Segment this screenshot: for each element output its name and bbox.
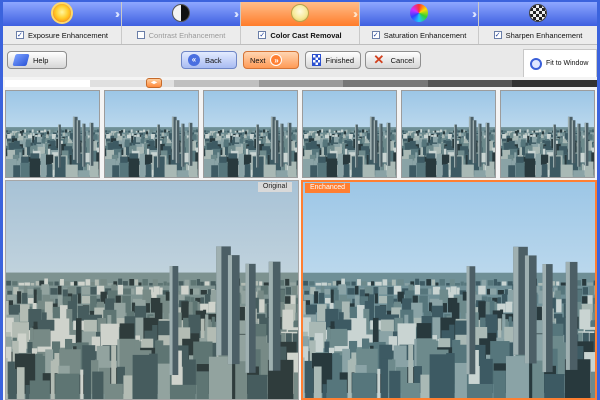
slider-thumb[interactable]: ◂▸ [146,78,162,88]
wizard-steps: ›› ✓ Exposure Enhancement ›› Contrast En… [3,2,597,45]
original-image [6,181,298,399]
step-label: Sharpen Enhancement [505,30,583,40]
thumbnail-preview[interactable] [302,90,397,178]
step-checkbox[interactable] [136,31,145,39]
arrow-right-icon: » [270,54,283,66]
finished-button[interactable]: Finished [305,51,361,69]
step-sharpen-enhancement[interactable]: ✓ Sharpen Enhancement [479,2,597,44]
toolbar: Help « Back Next » Finished ✕ Cancel Fit… [3,45,597,77]
book-icon [12,54,30,66]
sun-icon [53,4,71,22]
step-saturation-enhancement[interactable]: ›› ✓ Saturation Enhancement [360,2,479,44]
step-checkbox[interactable]: ✓ [258,31,267,39]
zoom-slider-track[interactable] [5,80,597,87]
chevron-right-icon: ›› [234,7,239,21]
thumbnail-preview[interactable] [203,90,298,178]
chevron-right-icon: ›› [472,7,477,21]
app-window-frame: ›› ✓ Exposure Enhancement ›› Contrast En… [0,0,600,400]
step-checkbox[interactable]: ✓ [493,31,502,39]
thumbnail-preview[interactable] [401,90,496,178]
checker-sphere-icon [529,4,547,22]
bulb-icon [291,4,309,22]
help-button[interactable]: Help [7,51,67,69]
thumbnail-preview[interactable] [500,90,595,178]
checkered-flag-icon [312,54,321,66]
arrow-left-icon: « [188,54,200,66]
step-label: Saturation Enhancement [383,30,467,40]
step-label: Color Cast Removal [270,30,342,40]
step-exposure-enhancement[interactable]: ›› ✓ Exposure Enhancement [3,2,122,44]
thumbnail-preview[interactable] [5,90,100,178]
step-contrast-enhancement[interactable]: ›› Contrast Enhancement [122,2,241,44]
fit-to-window-button[interactable]: Fit to Window [523,49,597,77]
color-sphere-icon [410,4,428,22]
enhanced-label: Enchanced [305,183,351,193]
back-button[interactable]: « Back [181,51,237,69]
step-label: Exposure Enhancement [27,30,109,40]
chevron-right-icon: ›› [353,7,358,21]
original-pane: Original [5,180,299,400]
enhanced-pane: Enchanced [301,180,597,400]
cancel-button[interactable]: ✕ Cancel [365,51,421,69]
contrast-icon [172,4,190,22]
step-checkbox[interactable]: ✓ [371,31,380,39]
step-checkbox[interactable]: ✓ [15,31,24,39]
enhanced-image [303,182,595,398]
step-label: Contrast Enhancement [148,30,226,40]
original-label: Original [257,182,292,192]
chevron-right-icon: ›› [115,7,120,21]
next-button[interactable]: Next » [243,51,299,69]
step-color-cast-removal[interactable]: ›› ✓ Color Cast Removal [241,2,360,44]
app-content: ›› ✓ Exposure Enhancement ›› Contrast En… [3,2,597,400]
magnifier-icon [530,57,542,70]
close-icon: ✕ [373,52,385,67]
thumbnail-preview[interactable] [104,90,199,178]
thumbnail-strip [5,90,597,178]
